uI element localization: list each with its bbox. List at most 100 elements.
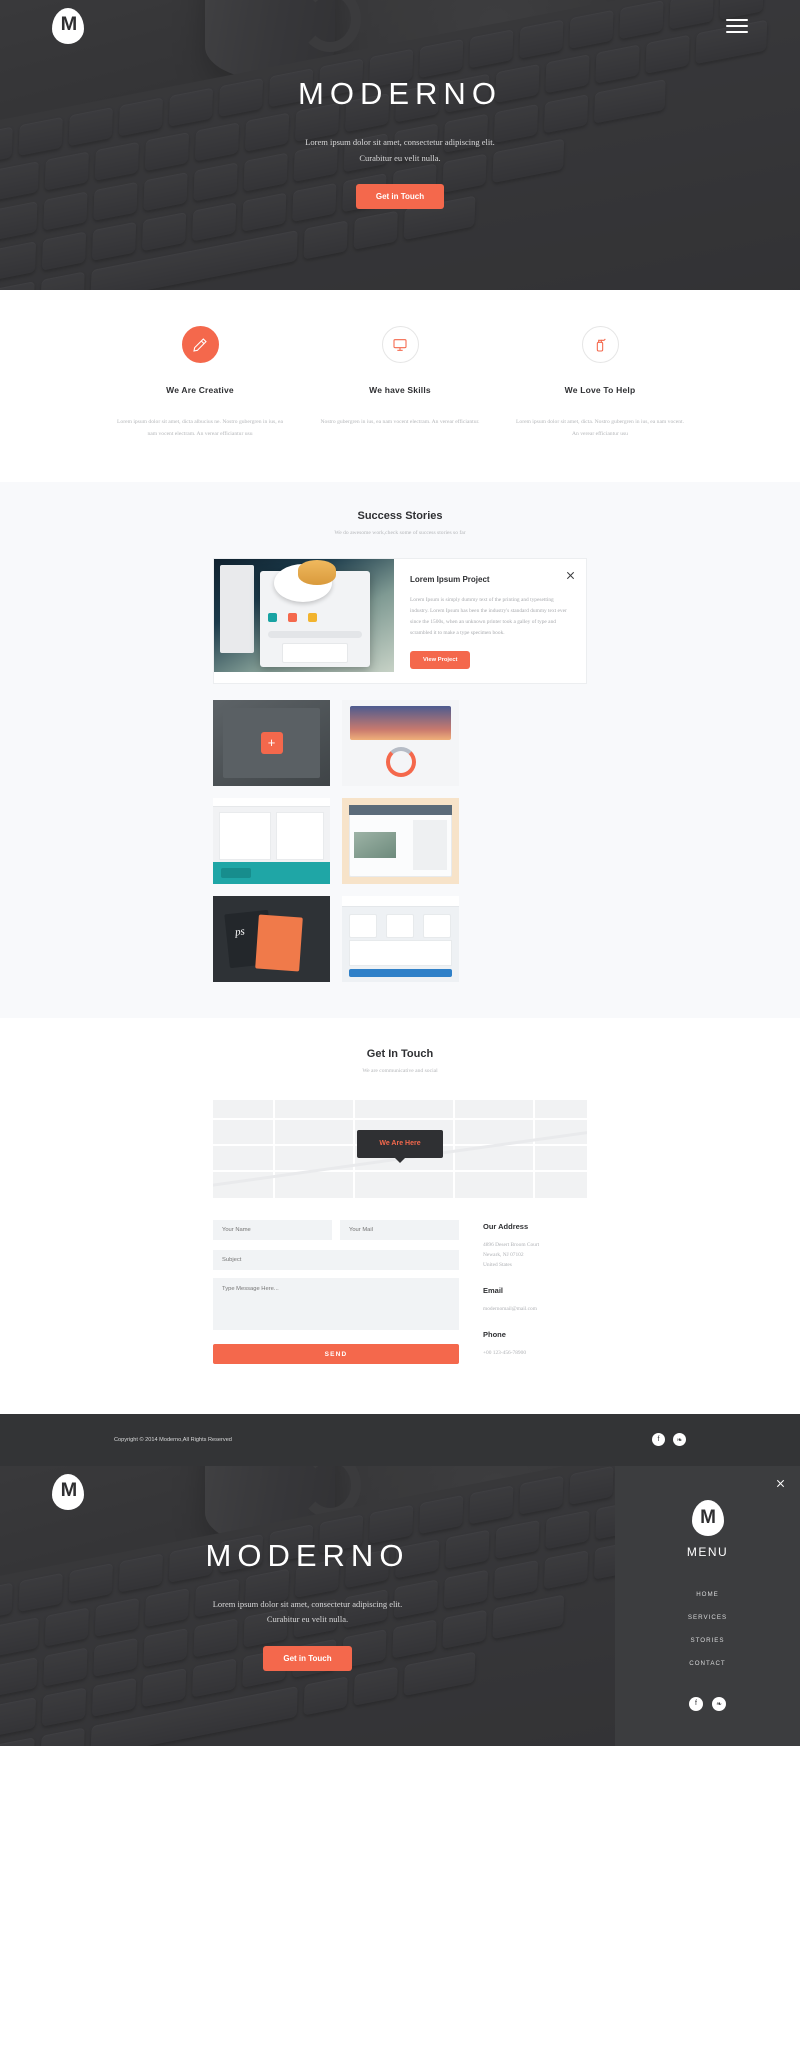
side-menu-logo: M bbox=[691, 1499, 724, 1536]
spray-bottle-icon bbox=[581, 326, 619, 363]
brand-logo-letter: M bbox=[60, 1479, 77, 1501]
thumb-sidebar-decor bbox=[220, 565, 254, 654]
success-stories-section: Success Stories We do awesome work,check… bbox=[0, 482, 800, 1018]
brand-logo-letter: M bbox=[60, 14, 77, 35]
thumb-plate-decor bbox=[274, 560, 336, 603]
project-tile-1[interactable]: + bbox=[213, 699, 330, 786]
tile-card-decor bbox=[386, 913, 414, 938]
map[interactable]: We Are Here bbox=[213, 1099, 587, 1198]
phone-title: Phone bbox=[483, 1329, 506, 1339]
menu-item-contact[interactable]: CONTACT bbox=[615, 1652, 800, 1675]
thumb-icons-decor bbox=[268, 613, 317, 623]
tile-panel-decor bbox=[219, 811, 271, 860]
thumb-pancake-decor bbox=[298, 560, 336, 586]
project-description: Lorem Ipsum is simply dummy text of the … bbox=[410, 597, 567, 636]
email-block: Email modernomail@mail.com bbox=[483, 1286, 587, 1314]
map-marker[interactable]: We Are Here bbox=[357, 1129, 443, 1158]
tile-sky-decor bbox=[350, 705, 451, 740]
brand-logo[interactable]: M bbox=[52, 8, 84, 44]
contact-form-area: SEND Our Address 4896 Desert Broom Court… bbox=[213, 1219, 587, 1374]
thumb-box-decor bbox=[282, 643, 348, 664]
feature-card-skills: We have Skills Nostro gubergren in ius, … bbox=[300, 326, 500, 440]
project-title: Lorem Ipsum Project bbox=[410, 575, 490, 585]
email-value[interactable]: modernomail@mail.com bbox=[483, 1304, 587, 1314]
hero-subtitle-line-1: Lorem ipsum dolor sit amet, consectetur … bbox=[212, 1598, 403, 1609]
tile-blue-decor bbox=[349, 968, 452, 977]
tile-chart-decor bbox=[349, 939, 452, 966]
feature-title: We Are Creative bbox=[166, 385, 234, 395]
project-grid: + ps bbox=[213, 699, 587, 982]
tile-panel-decor bbox=[276, 811, 324, 860]
get-in-touch-button[interactable]: Get in Touch bbox=[355, 184, 445, 210]
name-input[interactable] bbox=[213, 1219, 332, 1240]
plus-icon: + bbox=[260, 731, 283, 754]
stories-title: Success Stories bbox=[357, 510, 443, 523]
twitter-icon[interactable]: ❧ bbox=[712, 1696, 726, 1711]
project-info: Lorem Ipsum Project Lorem Ipsum is simpl… bbox=[394, 559, 586, 682]
phone-block: Phone +00 123-456-78900 bbox=[483, 1330, 587, 1358]
tile-navbar-decor bbox=[349, 804, 452, 815]
hero-section: M MODERNO Lorem ipsum dolor sit amet, co… bbox=[0, 0, 800, 290]
send-button[interactable]: SEND bbox=[213, 1344, 459, 1365]
project-tile-4[interactable] bbox=[342, 797, 459, 884]
contact-title: Get In Touch bbox=[366, 1047, 434, 1060]
close-icon[interactable] bbox=[775, 1476, 786, 1487]
hamburger-bar bbox=[726, 19, 748, 21]
contact-info: Our Address 4896 Desert Broom Court Newa… bbox=[483, 1220, 587, 1374]
project-tile-6[interactable] bbox=[342, 895, 459, 982]
hero-title: MODERNO bbox=[298, 76, 502, 111]
features-section: We Are Creative Lorem ipsum dolor sit am… bbox=[0, 290, 800, 483]
menu-item-home[interactable]: HOME bbox=[615, 1583, 800, 1606]
feature-card-creative: We Are Creative Lorem ipsum dolor sit am… bbox=[100, 326, 300, 440]
facebook-icon[interactable]: f bbox=[689, 1696, 703, 1711]
top-navigation: M bbox=[0, 1466, 615, 1518]
brand-logo[interactable]: M bbox=[52, 1473, 84, 1510]
address-line-1: 4896 Desert Broom Court bbox=[483, 1241, 540, 1248]
facebook-icon[interactable]: f bbox=[652, 1433, 665, 1447]
address-line-3: United States bbox=[483, 1261, 512, 1268]
mail-input[interactable] bbox=[340, 1219, 459, 1240]
feature-description: Lorem ipsum dolor sit amet, dicta. Nostr… bbox=[516, 419, 684, 437]
thumb-bar-decor bbox=[268, 631, 362, 639]
top-navigation: M bbox=[0, 0, 800, 52]
tile-card-decor bbox=[423, 913, 451, 938]
tile-topbar-decor bbox=[342, 895, 459, 907]
hamburger-bar bbox=[726, 31, 748, 33]
view-project-button[interactable]: View Project bbox=[410, 650, 471, 669]
address-block: Our Address 4896 Desert Broom Court Newa… bbox=[483, 1222, 587, 1270]
menu-item-services[interactable]: SERVICES bbox=[615, 1606, 800, 1629]
subject-input[interactable] bbox=[213, 1249, 459, 1270]
hamburger-bar bbox=[726, 25, 748, 27]
hero-subtitle-line-1: Lorem ipsum dolor sit amet, consectetur … bbox=[305, 137, 495, 147]
menu-item-stories[interactable]: STORIES bbox=[615, 1629, 800, 1652]
side-menu-title: MENU bbox=[686, 1544, 729, 1559]
hero-content: MODERNO Lorem ipsum dolor sit amet, cons… bbox=[0, 1538, 615, 1672]
hamburger-icon[interactable] bbox=[726, 15, 748, 37]
tile-bar-decor bbox=[213, 797, 330, 807]
feature-card-help: We Love To Help Lorem ipsum dolor sit am… bbox=[500, 326, 700, 440]
project-detail-panel: Lorem Ipsum Project Lorem Ipsum is simpl… bbox=[213, 558, 587, 684]
hero-subtitle-line-2: Curabitur eu velit nulla. bbox=[359, 152, 441, 163]
feature-description: Lorem ipsum dolor sit amet, dicta albuci… bbox=[117, 419, 283, 437]
contact-form: SEND bbox=[213, 1219, 459, 1374]
pencil-icon bbox=[181, 326, 219, 363]
tile-teal-decor bbox=[213, 861, 330, 884]
thumb-card-decor bbox=[260, 560, 370, 668]
tile-monogram-decor: ps bbox=[234, 925, 246, 939]
feature-title: We Love To Help bbox=[564, 385, 636, 395]
contact-subtitle: We are communicative and social bbox=[362, 1067, 438, 1074]
twitter-icon[interactable]: ❧ bbox=[673, 1433, 686, 1447]
footer-socials: f ❧ bbox=[652, 1433, 686, 1447]
tile-card-decor bbox=[349, 913, 377, 938]
project-tile-2[interactable] bbox=[342, 699, 459, 786]
phone-value: +00 123-456-78900 bbox=[483, 1349, 527, 1356]
close-icon[interactable] bbox=[565, 568, 576, 580]
message-textarea[interactable] bbox=[213, 1277, 459, 1330]
monitor-icon bbox=[381, 326, 419, 363]
feature-title: We have Skills bbox=[369, 385, 431, 395]
get-in-touch-button[interactable]: Get in Touch bbox=[263, 1646, 352, 1672]
project-tile-3[interactable] bbox=[213, 797, 330, 884]
email-title: Email bbox=[483, 1285, 504, 1295]
project-tile-5[interactable]: ps bbox=[213, 895, 330, 982]
side-menu-socials: f ❧ bbox=[615, 1696, 800, 1711]
